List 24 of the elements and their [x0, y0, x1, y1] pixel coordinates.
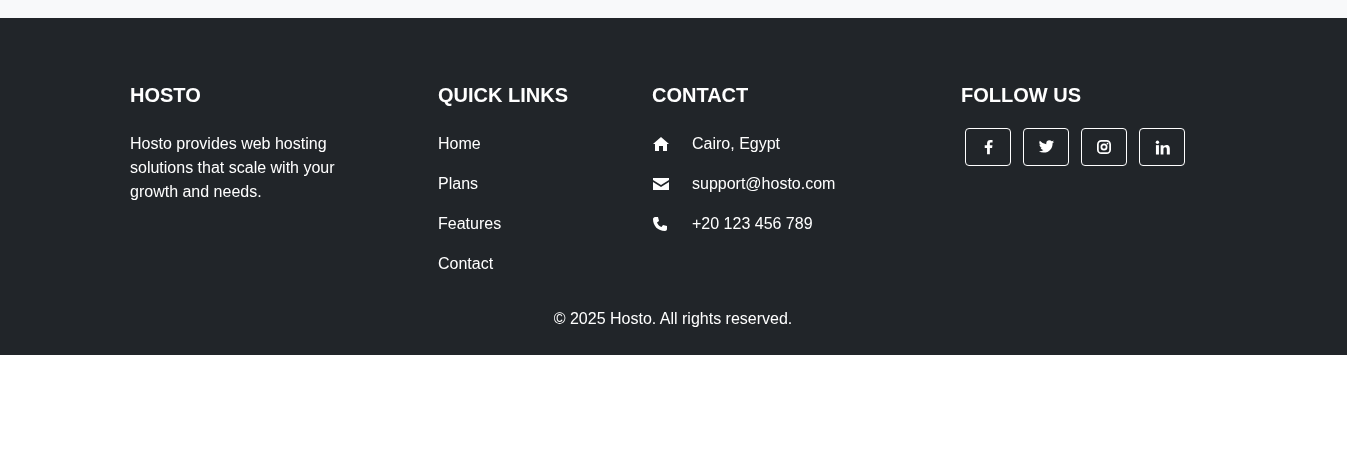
social-button[interactable]: [965, 128, 1011, 166]
home-icon: [652, 136, 670, 152]
bird-icon: [1037, 140, 1055, 154]
social-button[interactable]: [1081, 128, 1127, 166]
phone-icon: [652, 216, 670, 232]
column-heading: CONTACT: [652, 83, 750, 108]
envelope-icon: [652, 177, 670, 191]
contact-text: +20 123 456 789: [692, 214, 813, 234]
footer-link[interactable]: Features: [438, 212, 502, 236]
brand-description: Hosto provides web hosting solutions that scale with your growth and needs.: [130, 134, 336, 202]
column-heading: QUICK LINKS: [438, 83, 569, 108]
footer-link[interactable]: Home: [438, 132, 481, 156]
camera-icon: [1097, 140, 1111, 154]
contact-text: Cairo, Egypt: [692, 134, 781, 154]
social-button[interactable]: [1139, 128, 1185, 166]
copyright-text: © 2025 Hosto. All rights reserved.: [553, 310, 793, 327]
column-heading: HOSTO: [130, 83, 202, 108]
in-logo-icon: [1154, 139, 1170, 155]
contact-text: support@hosto.com: [692, 174, 836, 194]
letter-f-icon: [983, 139, 993, 155]
social-button[interactable]: [1023, 128, 1069, 166]
footer-link[interactable]: Plans: [438, 172, 479, 196]
column-heading: FOLLOW US: [961, 83, 1082, 108]
footer-link[interactable]: Contact: [438, 252, 494, 276]
